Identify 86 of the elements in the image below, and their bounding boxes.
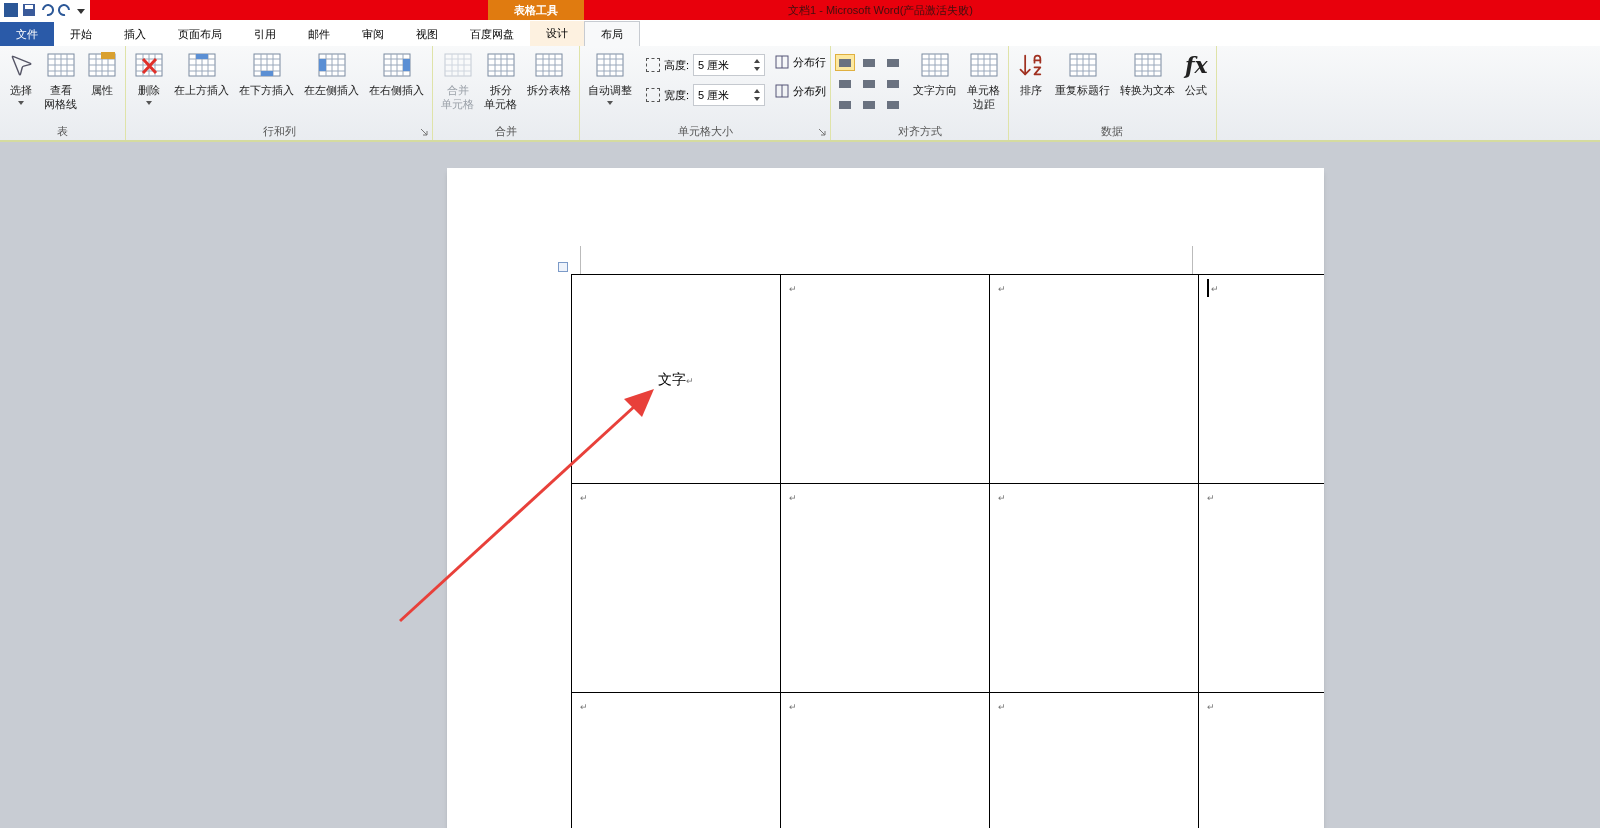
group-label: 单元格大小 <box>677 124 733 140</box>
paragraph-mark: ↵ <box>580 492 588 505</box>
ribbon-button[interactable]: 属性 <box>83 50 121 97</box>
table-icon <box>595 51 625 79</box>
distribute-icon <box>775 83 790 98</box>
ribbon-button[interactable]: 在下方插入 <box>235 50 298 97</box>
table-move-handle-icon[interactable] <box>558 262 568 272</box>
ribbon-button[interactable]: 文字方向 <box>909 50 962 97</box>
ribbon-button[interactable]: 在上方插入 <box>170 50 233 97</box>
ribbon-button[interactable]: 重复标题行 <box>1051 50 1115 97</box>
field-label: 宽度: <box>664 87 690 103</box>
table-icon <box>485 51 516 79</box>
table-icon <box>534 51 564 79</box>
caret-icon <box>607 101 613 105</box>
redo-icon[interactable] <box>58 3 72 17</box>
field-label: 高度: <box>664 57 690 73</box>
ribbon-tab[interactable]: 布局 <box>584 21 640 46</box>
paragraph-mark: ↵ <box>580 701 588 714</box>
window-title: 文档1 - Microsoft Word(产品激活失败) <box>788 3 973 18</box>
paragraph-mark: ↵ <box>1211 283 1219 296</box>
paragraph-mark: ↵ <box>998 492 1006 505</box>
save-icon[interactable] <box>22 3 36 17</box>
cell-text: 文字↵ <box>658 369 694 389</box>
spin-field[interactable]: 5 厘米 <box>693 84 766 106</box>
group-label: 对齐方式 <box>897 124 942 140</box>
table-icon <box>134 51 164 79</box>
ribbon-tab[interactable]: 引用 <box>238 22 292 46</box>
spinner-icon[interactable] <box>754 58 761 72</box>
table-icon <box>1132 51 1163 79</box>
caret-icon <box>18 101 24 105</box>
table-icon <box>1067 51 1098 79</box>
table-icon <box>87 51 117 79</box>
ribbon-tab[interactable]: 页面布局 <box>162 22 238 46</box>
size-icon <box>646 58 660 72</box>
group-label: 合并 <box>495 124 517 140</box>
paragraph-mark: ↵ <box>998 701 1006 714</box>
group-label: 数据 <box>1101 124 1124 140</box>
ribbon-tab[interactable]: 邮件 <box>292 22 346 46</box>
ribbon-button[interactable]: 自动调整 <box>584 50 636 105</box>
table-icon <box>381 51 412 79</box>
group-label: 表 <box>57 124 68 140</box>
paragraph-mark: ↵ <box>789 283 797 296</box>
paragraph-mark: ↵ <box>998 283 1006 296</box>
ribbon-button[interactable]: 在右侧插入 <box>365 50 428 97</box>
ribbon-button[interactable]: 查看 网格线 <box>40 50 81 111</box>
ribbon-button[interactable]: 拆分 单元格 <box>480 50 521 111</box>
ribbon-tab[interactable]: 文件 <box>0 22 54 46</box>
ribbon-button[interactable]: 在左侧插入 <box>300 50 363 97</box>
table-icon <box>45 51 76 79</box>
table-icon <box>186 51 217 79</box>
paragraph-mark: ↵ <box>1207 492 1215 505</box>
spin-field[interactable]: 5 厘米 <box>693 54 766 76</box>
table-icon <box>442 51 473 79</box>
distribute-icon <box>775 55 790 70</box>
paragraph-mark: ↵ <box>789 492 797 505</box>
table-icon <box>316 51 347 79</box>
ribbon-button[interactable]: 选择 <box>4 50 38 105</box>
paragraph-mark: ↵ <box>1207 701 1215 714</box>
ribbon-tab[interactable]: 设计 <box>530 21 584 46</box>
dialog-launcher-icon[interactable] <box>420 127 428 136</box>
ribbon-button[interactable]: 转换为文本 <box>1116 50 1180 97</box>
ribbon-tab[interactable]: 开始 <box>54 22 108 46</box>
ribbon-tab[interactable]: 视图 <box>400 22 454 46</box>
formula-icon: fx <box>1185 51 1208 79</box>
ribbon-button[interactable]: 单元格 边距 <box>963 50 1005 111</box>
align-button[interactable] <box>835 54 856 71</box>
table-icon <box>251 51 282 79</box>
ribbon-tab[interactable]: 百度网盘 <box>454 22 530 46</box>
undo-icon[interactable] <box>40 3 54 17</box>
group-label: 行和列 <box>262 124 296 140</box>
dialog-launcher-icon[interactable] <box>818 127 827 136</box>
size-icon <box>646 88 660 102</box>
ribbon-button[interactable]: 排序 <box>1013 50 1050 97</box>
ribbon-button[interactable]: 拆分表格 <box>523 50 575 97</box>
ribbon-tab[interactable]: 审阅 <box>346 22 400 46</box>
ribbon-small-button[interactable]: 分布列 <box>775 82 827 99</box>
paragraph-mark: ↵ <box>789 701 797 714</box>
ribbon-small-button[interactable]: 分布行 <box>775 54 827 71</box>
ribbon-tab[interactable]: 插入 <box>108 22 162 46</box>
ribbon-button[interactable]: 删除 <box>130 50 168 105</box>
caret-icon <box>146 101 152 105</box>
spinner-icon[interactable] <box>754 88 761 102</box>
context-tab-header: 表格工具 <box>488 0 584 20</box>
table-icon <box>920 51 951 79</box>
table-icon <box>968 51 999 79</box>
ribbon-button[interactable]: fx 公式 <box>1181 50 1212 97</box>
